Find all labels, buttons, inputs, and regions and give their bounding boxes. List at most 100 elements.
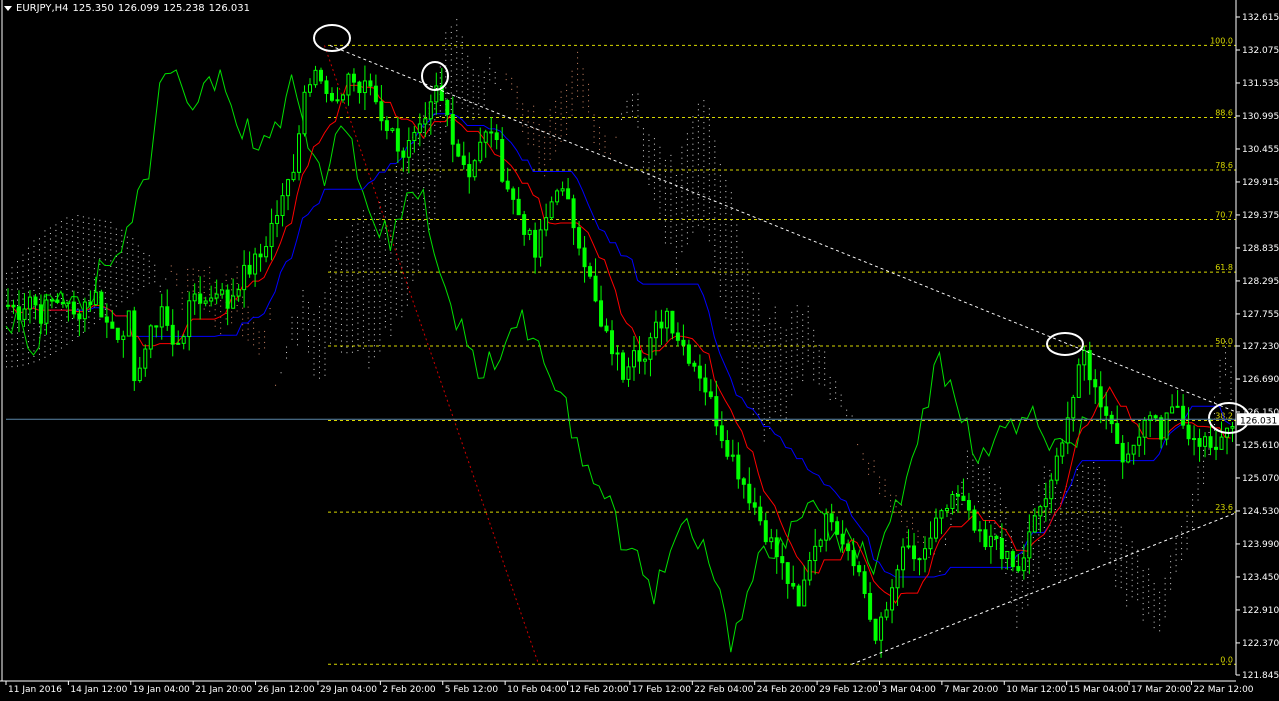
cloud-dot — [802, 374, 804, 376]
candle-body — [681, 339, 686, 346]
cloud-dot — [1115, 525, 1117, 527]
cloud-dot — [796, 365, 798, 367]
cloud-dot — [132, 249, 134, 251]
cloud-dot — [741, 356, 743, 358]
cloud-dot — [373, 306, 375, 308]
dropdown-triangle-icon[interactable] — [4, 5, 12, 11]
cloud-dot — [428, 195, 430, 197]
cloud-dot — [297, 316, 299, 318]
cloud-dot — [126, 275, 128, 277]
cloud-dot — [373, 345, 375, 347]
cloud-dot — [351, 313, 353, 315]
cloud-dot — [1010, 580, 1012, 582]
cloud-dot — [379, 284, 381, 286]
cloud-dot — [115, 278, 117, 280]
cloud-dot — [340, 269, 342, 271]
cloud-dot — [82, 216, 84, 218]
cloud-dot — [505, 79, 507, 81]
cloud-dot — [417, 187, 419, 189]
cloud-dot — [1010, 596, 1012, 598]
cloud-dot — [813, 329, 815, 331]
cloud-dot — [55, 345, 57, 347]
cloud-dot — [1038, 528, 1040, 530]
cloud-dot — [747, 296, 749, 298]
cloud-dot — [566, 133, 568, 135]
cloud-dot — [555, 122, 557, 124]
cloud-dot — [99, 318, 101, 320]
cloud-dot — [472, 69, 474, 71]
cloud-dot — [1049, 469, 1051, 471]
candle-body — [472, 160, 477, 178]
price-chart[interactable]: 100.088.678.670.761.850.038.223.60.0132.… — [0, 0, 1279, 701]
cloud-dot — [714, 266, 716, 268]
cloud-dot — [1148, 579, 1150, 581]
cloud-dot — [379, 223, 381, 225]
cloud-dot — [203, 308, 205, 310]
cloud-dot — [824, 373, 826, 375]
cloud-dot — [66, 316, 68, 318]
cloud-dot — [588, 105, 590, 107]
cloud-dot — [769, 411, 771, 413]
cloud-dot — [774, 400, 776, 402]
candle-body — [868, 593, 873, 620]
cloud-dot — [110, 249, 112, 251]
cloud-dot — [181, 297, 183, 299]
cloud-dot — [55, 257, 57, 259]
cloud-dot — [373, 290, 375, 292]
cloud-dot — [324, 325, 326, 327]
cloud-dot — [423, 159, 425, 161]
cloud-dot — [785, 373, 787, 375]
cloud-dot — [220, 294, 222, 296]
cloud-dot — [351, 225, 353, 227]
cloud-dot — [368, 235, 370, 237]
cloud-dot — [362, 331, 364, 333]
cloud-dot — [1109, 557, 1111, 559]
cloud-dot — [741, 361, 743, 363]
cloud-dot — [511, 83, 513, 85]
cloud-dot — [977, 490, 979, 492]
cloud-dot — [769, 350, 771, 352]
candle-body — [318, 69, 323, 82]
cloud-dot — [1043, 510, 1045, 512]
cloud-dot — [703, 182, 705, 184]
cloud-dot — [143, 280, 145, 282]
cloud-dot — [93, 235, 95, 237]
cloud-dot — [38, 243, 40, 245]
candle-body — [785, 562, 790, 584]
cloud-dot — [1148, 607, 1150, 609]
cloud-dot — [38, 298, 40, 300]
candle-body — [110, 321, 115, 329]
candle-body — [961, 495, 966, 502]
cloud-dot — [351, 335, 353, 337]
cloud-dot — [714, 212, 716, 214]
cloud-dot — [401, 228, 403, 230]
cloud-dot — [780, 376, 782, 378]
cloud-dot — [71, 224, 73, 226]
candle-body — [275, 215, 280, 224]
cloud-dot — [703, 193, 705, 195]
cloud-dot — [560, 118, 562, 120]
cloud-dot — [417, 137, 419, 139]
cloud-dot — [1203, 482, 1205, 484]
cloud-dot — [220, 305, 222, 307]
cloud-dot — [428, 168, 430, 170]
cloud-dot — [88, 316, 90, 318]
cloud-dot — [66, 239, 68, 241]
cloud-dot — [55, 279, 57, 281]
cloud-dot — [22, 287, 24, 289]
cloud-dot — [66, 277, 68, 279]
cloud-dot — [681, 196, 683, 198]
cloud-dot — [66, 250, 68, 252]
cloud-dot — [417, 214, 419, 216]
high-value: 126.099 — [117, 3, 160, 14]
cloud-dot — [55, 317, 57, 319]
cloud-dot — [1043, 543, 1045, 545]
cloud-dot — [664, 159, 666, 161]
cloud-dot — [1197, 499, 1199, 501]
cloud-dot — [38, 271, 40, 273]
cloud-dot — [401, 189, 403, 191]
candle-body — [1104, 406, 1109, 416]
cloud-dot — [55, 312, 57, 314]
x-tick-label: 10 Feb 04:00 — [507, 685, 566, 695]
cloud-dot — [66, 261, 68, 263]
